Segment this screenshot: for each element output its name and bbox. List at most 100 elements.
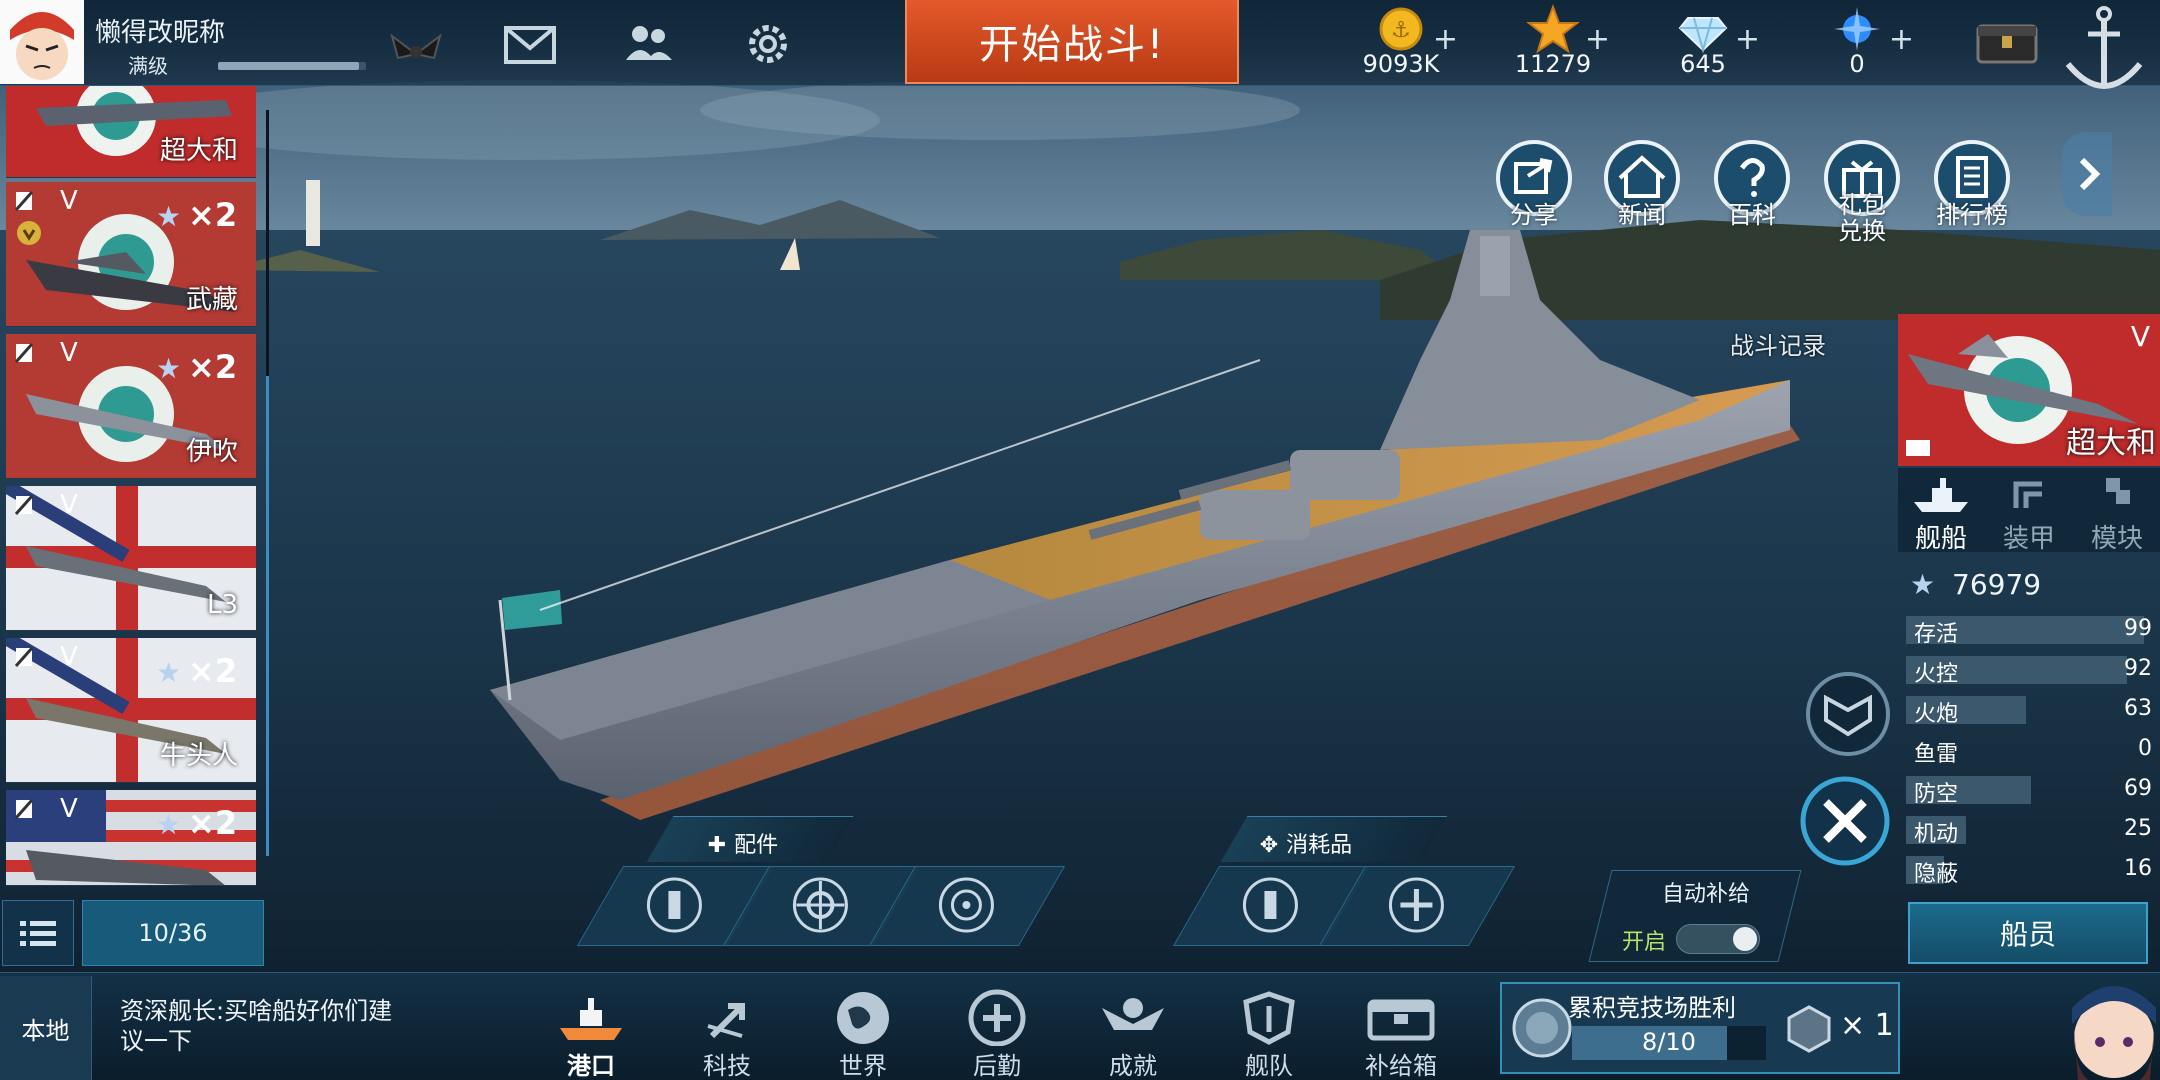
ship-card-tier: V [60,338,78,368]
stat-label: 隐蔽 [1914,862,1959,887]
stat-value: 92 [2124,656,2152,681]
shield-badge-icon [1806,672,1890,756]
consumables-label: 消耗品 [1286,833,1353,858]
gold-add-icon[interactable]: + [1433,22,1458,57]
auto-supply-title: 自动补给 [1662,882,1751,907]
selected-ship-name: 超大和 [2066,426,2156,461]
consumables-header: ✥ 消耗品 [1220,816,1448,862]
tier-flag-icon [14,646,54,674]
crew-button[interactable]: 船员 [1908,902,2148,964]
star-icon: ★ [1910,568,1936,601]
ship-list[interactable]: 超大和 V ★ ×2 武藏 V ★ ×2 伊吹 V L3 V ★ ×2 牛头人 … [0,86,270,886]
arena-reward-multiplier: × 1 [1840,1008,1894,1043]
nav-fleet[interactable]: 舰队 [1214,986,1324,1080]
ship-card[interactable]: V ★ ×2 牛头人 [6,638,256,783]
mail-icon[interactable] [500,14,560,74]
armor-icon [2013,481,2042,508]
ship-card-multiplier: ×2 [188,804,238,842]
player-nickname[interactable]: 懒得改昵称 [95,12,225,49]
nav-achievement-label: 成就 [1109,1052,1157,1080]
hexagon-token-icon [1787,1005,1831,1053]
selected-ship-portrait[interactable]: V 超大和 [1898,314,2160,466]
ship-card-name: 伊吹 [185,437,238,467]
ship-card-tier: V [60,186,78,216]
arena-medal-icon [1512,998,1572,1058]
ship-card[interactable]: V L3 [6,486,256,631]
auto-supply-toggle[interactable] [1676,924,1760,954]
auto-supply-state: 开启 [1622,930,1667,955]
harbor-icon [560,998,622,1040]
extinguisher-icon [1240,875,1300,939]
supply-box-icon [1367,999,1435,1041]
star-icon: ★ [156,808,182,841]
treasure-chest-icon[interactable] [1972,10,2042,80]
player-exp-bar [218,62,366,70]
wiki-button[interactable]: 百科 [1710,136,1794,246]
ship-card[interactable]: V ★ ×2 [6,790,256,886]
tab-ship[interactable]: 舰船 [1898,468,1984,554]
stat-value: 25 [2124,816,2152,841]
stat-value: 63 [2124,696,2152,721]
stat-label: 火炮 [1914,702,1959,727]
gold-currency[interactable]: ⚓ 9093K + [1336,4,1466,84]
stat-label: 机动 [1914,822,1959,847]
tab-armor[interactable]: 装甲 [1986,468,2072,554]
list-view-button[interactable] [2,900,74,966]
ship-card[interactable]: V ★ ×2 武藏 [6,182,256,327]
stat-label: 鱼雷 [1914,742,1959,767]
repair-button[interactable] [1796,772,1894,870]
nav-supply-box-label: 补给箱 [1365,1052,1437,1080]
leaderboard-label: 排行榜 [1936,201,2008,229]
star-add-icon[interactable]: + [1585,22,1610,57]
share-button[interactable]: 分享 [1492,136,1576,246]
ship-card-selected[interactable]: 超大和 [6,86,256,178]
globe-icon [837,992,889,1044]
ship-card-multiplier: ×2 [188,652,238,690]
crystal-currency[interactable]: 0 + [1792,4,1922,84]
menu-expand-button[interactable] [2062,132,2112,216]
wings-badge-icon[interactable] [386,14,446,74]
tier-flag-icon [14,342,54,370]
crystal-add-icon[interactable]: + [1889,22,1914,57]
star-icon: ★ [156,352,182,385]
nav-achievement[interactable]: 成就 [1078,986,1188,1080]
chat-channel-button[interactable]: 本地 [0,976,92,1080]
player-avatar[interactable] [0,0,84,84]
tab-armor-label: 装甲 [2002,524,2055,554]
news-button[interactable]: 新闻 [1600,136,1684,246]
chat-message[interactable]: 资深舰长:买啥船好你们建议一下 [120,996,400,1056]
start-battle-button[interactable]: 开始战斗! [905,0,1239,84]
nav-tech[interactable]: 科技 [672,986,782,1080]
stat-row: 防空 69 [1906,776,2152,807]
battle-record-link[interactable]: 战斗记录 [1730,326,1826,361]
stat-row: 隐蔽 16 [1906,856,2152,887]
svg-text:⚓: ⚓ [1391,18,1411,43]
star-currency[interactable]: 11279 + [1488,4,1618,84]
tier-flag-icon [14,798,54,826]
gear-icon[interactable] [738,14,798,74]
tier-flag-icon [14,190,54,218]
list-icon [20,921,56,946]
tab-module[interactable]: 模块 [2074,468,2160,554]
arena-title: 累积竞技场胜利 [1568,994,1736,1022]
nav-supply-box[interactable]: 补给箱 [1346,986,1456,1080]
nav-tech-label: 科技 [703,1052,751,1080]
anchor-icon[interactable] [2054,0,2154,100]
leaderboard-button[interactable]: 排行榜 [1930,136,2014,246]
badge-button[interactable] [1802,668,1894,760]
nav-logistics[interactable]: 后勤 [942,986,1052,1080]
friends-icon[interactable] [618,14,678,74]
nav-harbor[interactable]: 港口 [536,986,646,1080]
ship-list-scroll-thumb[interactable] [266,376,269,856]
ship-card[interactable]: V ★ ×2 伊吹 [6,334,256,479]
advisor-avatar[interactable] [2058,968,2160,1080]
target-icon [936,875,996,939]
arena-progress-text: 8/10 [1642,1028,1696,1056]
diamond-add-icon[interactable]: + [1735,22,1760,57]
gift-redeem-button[interactable]: 礼包 兑换 [1820,136,1904,246]
nav-world[interactable]: 世界 [808,986,918,1080]
ship-card-multiplier: ×2 [188,348,238,386]
parts-label: 配件 [734,833,779,858]
stat-label: 存活 [1914,622,1959,647]
diamond-currency[interactable]: 645 + [1638,4,1768,84]
